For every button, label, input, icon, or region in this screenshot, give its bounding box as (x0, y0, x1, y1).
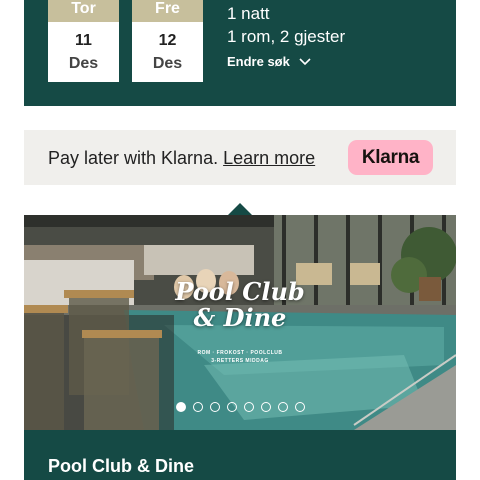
booking-summary: Tor 11 Des Fre 12 Des 1 natt 1 rom, 2 gj… (24, 0, 456, 106)
klarna-text: Pay later with Klarna. (48, 148, 219, 168)
learn-more-link[interactable]: Learn more (223, 148, 315, 168)
nights-count: 1 natt (227, 4, 270, 23)
klarna-message: Pay later with Klarna. Learn more (48, 148, 315, 169)
checkin-date-card[interactable]: Tor 11 Des (48, 0, 119, 82)
carousel-pointer (228, 203, 252, 215)
modify-search-label: Endre søk (227, 54, 290, 69)
stay-details: 1 natt 1 rom, 2 gjester (227, 2, 345, 48)
offer-caption: Pool Club & Dine (24, 430, 456, 480)
klarna-logo: Klarna (348, 140, 433, 175)
checkout-date-card[interactable]: Fre 12 Des (132, 0, 203, 82)
carousel-dot[interactable] (210, 402, 220, 412)
offer-image-subtitle: ROM · FROKOST · POOLCLUB 3-RETTERS MIDDA… (24, 349, 456, 365)
checkout-month: Des (152, 55, 183, 72)
chevron-down-icon (299, 57, 311, 65)
offer-image-subtitle-line1: ROM · FROKOST · POOLCLUB (197, 350, 283, 356)
carousel-dot[interactable] (278, 402, 288, 412)
carousel-dot[interactable] (261, 402, 271, 412)
checkin-day: 11 (75, 32, 92, 49)
rooms-guests: 1 rom, 2 gjester (227, 27, 346, 46)
offer-image-title-line1: Pool Club (175, 277, 305, 306)
offer-image-title: Pool Club & Dine (24, 279, 456, 331)
modify-search-button[interactable]: Endre søk (227, 54, 312, 69)
offer-image-subtitle-line2: 3-RETTERS MIDDAG (211, 358, 269, 364)
page: Tor 11 Des Fre 12 Des 1 natt 1 rom, 2 gj… (0, 0, 480, 480)
carousel-dot[interactable] (295, 402, 305, 412)
klarna-banner: Pay later with Klarna. Learn more Klarna (24, 130, 456, 185)
carousel-dots (176, 402, 305, 412)
carousel-dot[interactable] (244, 402, 254, 412)
offer-image-title-line2: & Dine (193, 303, 287, 332)
checkout-dayname: Fre (132, 0, 203, 22)
checkin-dayname: Tor (48, 0, 119, 22)
carousel-dot[interactable] (193, 402, 203, 412)
checkin-month: Des (68, 55, 99, 72)
offer-name[interactable]: Pool Club & Dine (48, 456, 194, 477)
carousel-dot[interactable] (176, 402, 186, 412)
offer-image-carousel[interactable]: Pool Club & Dine ROM · FROKOST · POOLCLU… (24, 215, 456, 430)
checkout-day: 12 (158, 32, 177, 49)
carousel-dot[interactable] (227, 402, 237, 412)
